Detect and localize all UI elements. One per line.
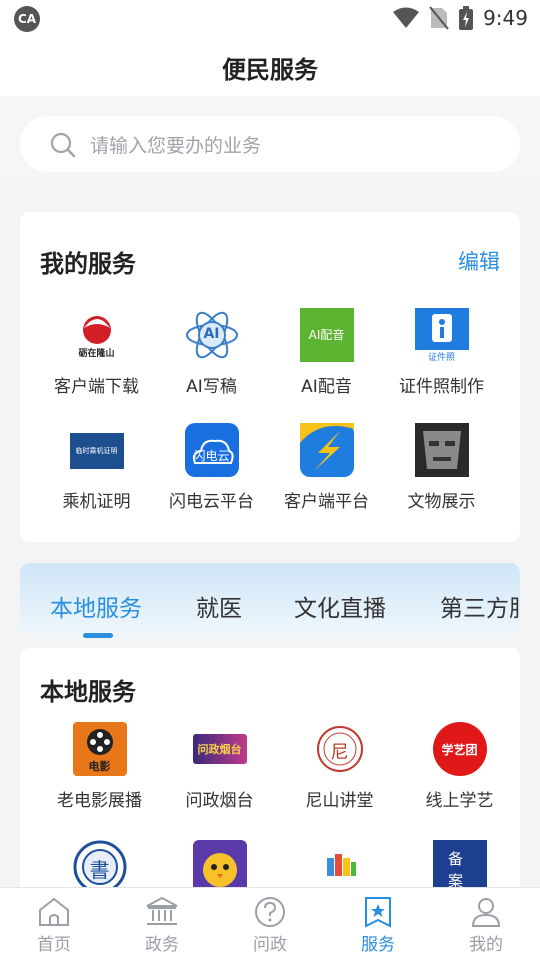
tab-culture-live[interactable]: 文化直播	[294, 589, 386, 623]
service-label: 证件照制作	[399, 377, 484, 397]
government-building-icon	[146, 896, 178, 925]
ai-atom-icon: AI	[185, 308, 239, 362]
nav-label: 首页	[37, 935, 71, 955]
nishan-seal-icon: 尼	[313, 722, 367, 776]
edit-button[interactable]: 编辑	[458, 246, 500, 276]
service-label: 乘机证明	[62, 492, 131, 512]
nav-label: 政务	[145, 935, 179, 955]
local-item-nishan-lecture[interactable]: 尼 尼山讲堂	[282, 722, 397, 811]
id-photo-icon: 证件照	[414, 308, 469, 363]
local-item-old-films[interactable]: 电影 老电影展播	[42, 722, 157, 811]
service-item-boarding-certificate[interactable]: 临时乘机证明 乘机证明	[39, 423, 154, 512]
user-icon	[471, 898, 501, 927]
no-sim-icon	[429, 6, 449, 30]
search-icon	[50, 132, 76, 158]
nav-ask[interactable]: 问政	[216, 896, 324, 955]
service-label: AI写稿	[186, 377, 237, 397]
tab-third-party[interactable]: 第三方服	[440, 589, 520, 623]
boarding-certificate-icon: 临时乘机证明	[69, 423, 124, 477]
nav-label: 问政	[253, 935, 287, 955]
id-photo-icon-text: 证件照	[427, 353, 455, 363]
lightning-bolt-icon	[299, 423, 354, 477]
bottom-navigation: 首页 政务 问政 服务 我的	[0, 887, 540, 960]
service-label: 尼山讲堂	[305, 791, 374, 811]
service-label: 问政烟台	[185, 791, 254, 811]
question-icon	[255, 897, 285, 927]
ai-icon-text: AI	[203, 326, 220, 342]
page-title: 便民服务	[222, 56, 318, 84]
nav-government[interactable]: 政务	[108, 896, 216, 955]
boarding-icon-text: 临时乘机证明	[75, 447, 118, 455]
service-label: 线上学艺	[425, 791, 494, 811]
service-item-ai-writing[interactable]: AI AI写稿	[154, 308, 269, 397]
lightning-cloud-icon: 闪电云	[184, 423, 239, 477]
xueyi-badge-icon: 学艺团	[432, 722, 487, 776]
app-logo-text: 砺在隆山	[78, 349, 115, 359]
local-item-book-service[interactable]: 書	[42, 840, 157, 894]
tab-local-services[interactable]: 本地服务	[50, 589, 142, 623]
status-indicators: 9:49	[393, 4, 528, 32]
xueyi-icon-text: 学艺团	[441, 743, 478, 757]
nav-profile[interactable]: 我的	[432, 896, 540, 955]
service-label: 文物展示	[407, 492, 476, 512]
my-services-card: 我的服务 编辑 砺在隆山 客户端下载 AI AI写稿 AI配音 AI配音 证件照…	[20, 212, 520, 542]
nav-home[interactable]: 首页	[0, 896, 108, 955]
film-reel-icon: 电影	[72, 722, 127, 776]
tab-medical[interactable]: 就医	[196, 589, 242, 623]
search-area: 请输入您要办的业务	[0, 96, 540, 176]
local-services-card: 本地服务 电影 老电影展播 问政烟台 问政烟台 尼 尼山讲堂 学艺团 线上学艺 …	[20, 648, 520, 934]
nav-label: 我的	[469, 935, 503, 955]
lightning-cloud-icon-text: 闪电云	[193, 449, 230, 463]
local-services-title: 本地服务	[40, 678, 136, 706]
nav-label: 服务	[361, 935, 395, 955]
local-item-record-query[interactable]: 备案查询	[402, 840, 517, 934]
service-item-ai-voice[interactable]: AI配音 AI配音	[269, 308, 384, 397]
my-services-title: 我的服务	[40, 250, 136, 278]
status-bar: CA 9:49	[0, 0, 540, 36]
service-item-client-platform[interactable]: 客户端平台	[269, 423, 384, 512]
cartoon-chick-icon	[192, 840, 247, 894]
category-tabs: 本地服务 就医 文化直播 第三方服	[20, 563, 520, 633]
home-icon	[39, 897, 69, 926]
service-label: 闪电云平台	[169, 492, 254, 512]
service-label: 老电影展播	[57, 791, 142, 811]
record-query-icon: 备案查询	[432, 840, 487, 934]
search-input[interactable]: 请输入您要办的业务	[20, 116, 520, 172]
app-logo-icon: 砺在隆山	[70, 308, 124, 362]
service-label: AI配音	[301, 377, 352, 397]
service-item-cultural-relics[interactable]: 文物展示	[384, 423, 499, 512]
battery-charging-icon	[459, 6, 474, 30]
bronze-mask-icon	[414, 423, 469, 477]
local-item-cartoon[interactable]	[162, 840, 277, 894]
app-header: 便民服务	[0, 36, 540, 96]
ai-voice-icon: AI配音	[299, 308, 354, 362]
app-notification-icon: CA	[14, 6, 40, 32]
nishan-icon-text: 尼	[330, 742, 349, 763]
wenzheng-logo-icon: 问政烟台	[192, 722, 247, 776]
service-item-lightning-cloud[interactable]: 闪电云 闪电云平台	[154, 423, 269, 512]
local-item-wenzheng-yantai[interactable]: 问政烟台 问政烟台	[162, 722, 277, 811]
service-item-client-download[interactable]: 砺在隆山 客户端下载	[39, 308, 154, 397]
book-seal-icon: 書	[73, 840, 127, 894]
local-item-colorful[interactable]	[282, 840, 397, 894]
service-item-id-photo[interactable]: 证件照 证件照制作	[384, 308, 499, 397]
search-placeholder: 请输入您要办的业务	[90, 135, 262, 157]
book-icon-text: 書	[89, 858, 110, 882]
service-label: 客户端下载	[54, 377, 139, 397]
active-tab-indicator	[83, 633, 113, 638]
wifi-icon	[393, 7, 420, 28]
service-label: 客户端平台	[284, 492, 369, 512]
nav-service[interactable]: 服务	[324, 896, 432, 955]
service-star-icon	[365, 897, 391, 928]
ai-voice-icon-text: AI配音	[308, 328, 345, 342]
local-item-online-arts[interactable]: 学艺团 线上学艺	[402, 722, 517, 811]
wenzheng-icon-text: 问政烟台	[197, 743, 242, 756]
film-icon-text: 电影	[88, 760, 111, 773]
clock: 9:49	[483, 6, 528, 30]
colorful-logo-icon	[313, 840, 367, 894]
